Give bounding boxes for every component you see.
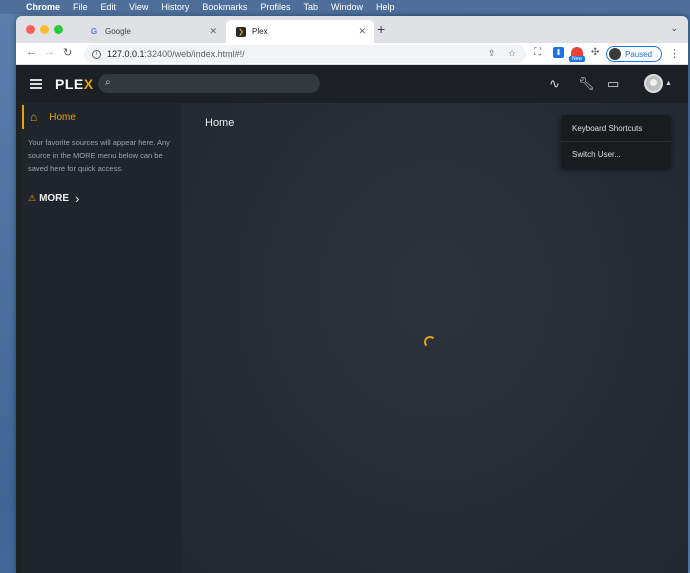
menu-view[interactable]: View (129, 2, 148, 12)
macos-menu-bar: Chrome File Edit View History Bookmarks … (0, 0, 690, 14)
activity-icon[interactable]: ∿ (549, 76, 560, 92)
new-label: New (569, 56, 585, 62)
tab-plex[interactable]: ❯ Plex ✕ (226, 20, 374, 43)
search-icon: ⌕ (105, 77, 111, 88)
close-window-button[interactable] (26, 25, 35, 34)
back-button[interactable]: ← (26, 46, 37, 58)
plex-app: PLEX ⌕ ∿ 🔧︎ ▭ ▲ ⌂ Home Your favorite sou… (16, 65, 688, 573)
extension-icon (571, 47, 583, 56)
zoom-window-button[interactable] (54, 25, 63, 34)
warning-icon: ⚠ (28, 193, 37, 203)
menu-file[interactable]: File (73, 2, 88, 12)
plex-logo[interactable]: PLEX (55, 76, 94, 92)
user-dropdown-menu: Keyboard Shortcuts Switch User... (561, 115, 671, 168)
menu-history[interactable]: History (161, 2, 189, 12)
sidebar-note: Your favorite sources will appear here. … (28, 138, 170, 173)
close-icon[interactable]: ✕ (358, 26, 366, 37)
forward-button[interactable]: → (44, 46, 55, 58)
loading-spinner-icon (424, 336, 436, 348)
plex-icon: ❯ (236, 26, 246, 37)
tab-strip: G Google ✕ ❯ Plex ✕ + ⌄ (16, 16, 688, 43)
chevron-right-icon: › (75, 191, 80, 206)
sidebar-item-label: Home (49, 111, 76, 123)
main-content: Home (181, 103, 688, 573)
browser-toolbar: ← → ↻ i 127.0.0.1:32400/web/index.html#!… (16, 43, 688, 65)
browser-window: G Google ✕ ❯ Plex ✕ + ⌄ ← → ↻ i 127.0.0.… (16, 16, 688, 573)
chevron-down-icon[interactable]: ⌄ (670, 23, 678, 34)
close-icon[interactable]: ✕ (209, 26, 217, 37)
menu-help[interactable]: Help (376, 2, 395, 12)
download-icon[interactable]: ⬇ (553, 47, 564, 58)
google-icon: G (90, 27, 98, 36)
profile-button[interactable]: Paused (606, 46, 662, 62)
menu-bookmarks[interactable]: Bookmarks (202, 2, 247, 12)
caret-up-icon: ▲ (665, 80, 672, 87)
sidebar-item-home[interactable]: ⌂ Home (22, 105, 181, 129)
address-path: :32400/web/index.html#!/ (144, 49, 245, 59)
more-label: MORE (39, 193, 70, 204)
tab-title: Google (105, 27, 131, 36)
extension-new-badge[interactable]: New (569, 47, 585, 63)
new-tab-button[interactable]: + (377, 21, 385, 37)
menu-item-switch-user[interactable]: Switch User... (561, 141, 671, 167)
page-title: Home (205, 117, 235, 129)
tab-google[interactable]: G Google ✕ (79, 20, 225, 43)
menu-edit[interactable]: Edit (101, 2, 117, 12)
home-icon: ⌂ (30, 110, 38, 124)
menu-tab[interactable]: Tab (303, 2, 318, 12)
menu-item-keyboard-shortcuts[interactable]: Keyboard Shortcuts (561, 115, 671, 141)
hamburger-menu-icon[interactable] (30, 79, 42, 91)
reload-button[interactable]: ↻ (63, 46, 72, 59)
menu-chrome[interactable]: Chrome (26, 2, 60, 12)
screen-capture-icon[interactable]: ⛶ (534, 47, 541, 58)
cast-icon[interactable]: ▭ (607, 76, 619, 92)
share-icon[interactable]: ⇪ (488, 48, 496, 59)
logo-text: PLE (55, 76, 84, 92)
bookmark-star-icon[interactable]: ☆ (508, 48, 516, 59)
plex-top-nav: PLEX ⌕ ∿ 🔧︎ ▭ ▲ (16, 65, 688, 103)
address-host: 127.0.0.1 (107, 49, 145, 59)
profile-status: Paused (625, 49, 653, 59)
settings-wrench-icon[interactable]: 🔧︎ (578, 76, 595, 92)
window-controls (26, 25, 63, 34)
more-button[interactable]: ⚠ MORE › (28, 191, 79, 206)
puzzle-extensions-icon[interactable]: ✣ (591, 47, 599, 58)
menu-profiles[interactable]: Profiles (260, 2, 290, 12)
tab-title: Plex (252, 27, 268, 36)
logo-x: X (83, 76, 94, 92)
user-avatar-icon (644, 74, 663, 93)
info-icon[interactable]: i (92, 49, 101, 59)
avatar (609, 48, 621, 60)
search-input[interactable]: ⌕ (98, 74, 320, 93)
address-bar[interactable]: i 127.0.0.1:32400/web/index.html#!/ ⇪ ☆ (84, 45, 526, 63)
menu-window[interactable]: Window (331, 2, 363, 12)
more-menu-icon[interactable]: ⋮ (669, 47, 680, 60)
sidebar: ⌂ Home Your favorite sources will appear… (22, 103, 181, 573)
user-menu-button[interactable]: ▲ (644, 74, 672, 93)
minimize-window-button[interactable] (40, 25, 49, 34)
